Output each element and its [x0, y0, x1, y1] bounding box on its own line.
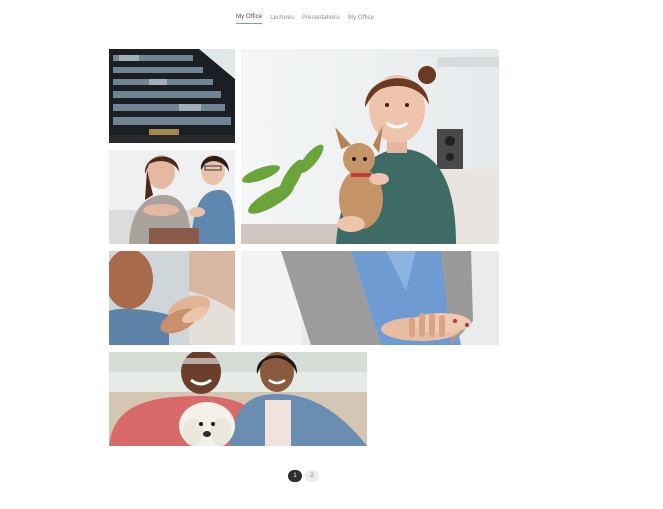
couple-with-dog-image — [109, 352, 367, 446]
office-building-photo[interactable] — [109, 49, 235, 143]
tab-my-office-2[interactable]: My Office — [348, 13, 374, 24]
therapy-session-image — [109, 150, 235, 244]
therapy-session-photo[interactable] — [109, 150, 235, 244]
tab-my-office[interactable]: My Office — [236, 12, 263, 24]
page: My Office Lectures Presentations My Offi… — [0, 0, 663, 509]
tab-presentations[interactable]: Presentations — [302, 13, 340, 24]
holding-hands-photo[interactable] — [109, 251, 235, 345]
tab-bar: My Office Lectures Presentations My Offi… — [236, 11, 374, 25]
page-1-button[interactable]: 1 — [288, 470, 302, 482]
woman-with-dog-image — [241, 49, 499, 244]
caring-hands-photo[interactable] — [241, 251, 499, 345]
holding-hands-image — [109, 251, 235, 345]
tab-lectures[interactable]: Lectures — [270, 13, 294, 24]
couple-with-dog-photo[interactable] — [109, 352, 367, 446]
office-building-image — [109, 49, 235, 143]
pagination: 1 2 — [288, 470, 319, 482]
woman-with-dog-photo[interactable] — [241, 49, 499, 244]
caring-hands-image — [241, 251, 499, 345]
page-2-button[interactable]: 2 — [305, 470, 319, 482]
